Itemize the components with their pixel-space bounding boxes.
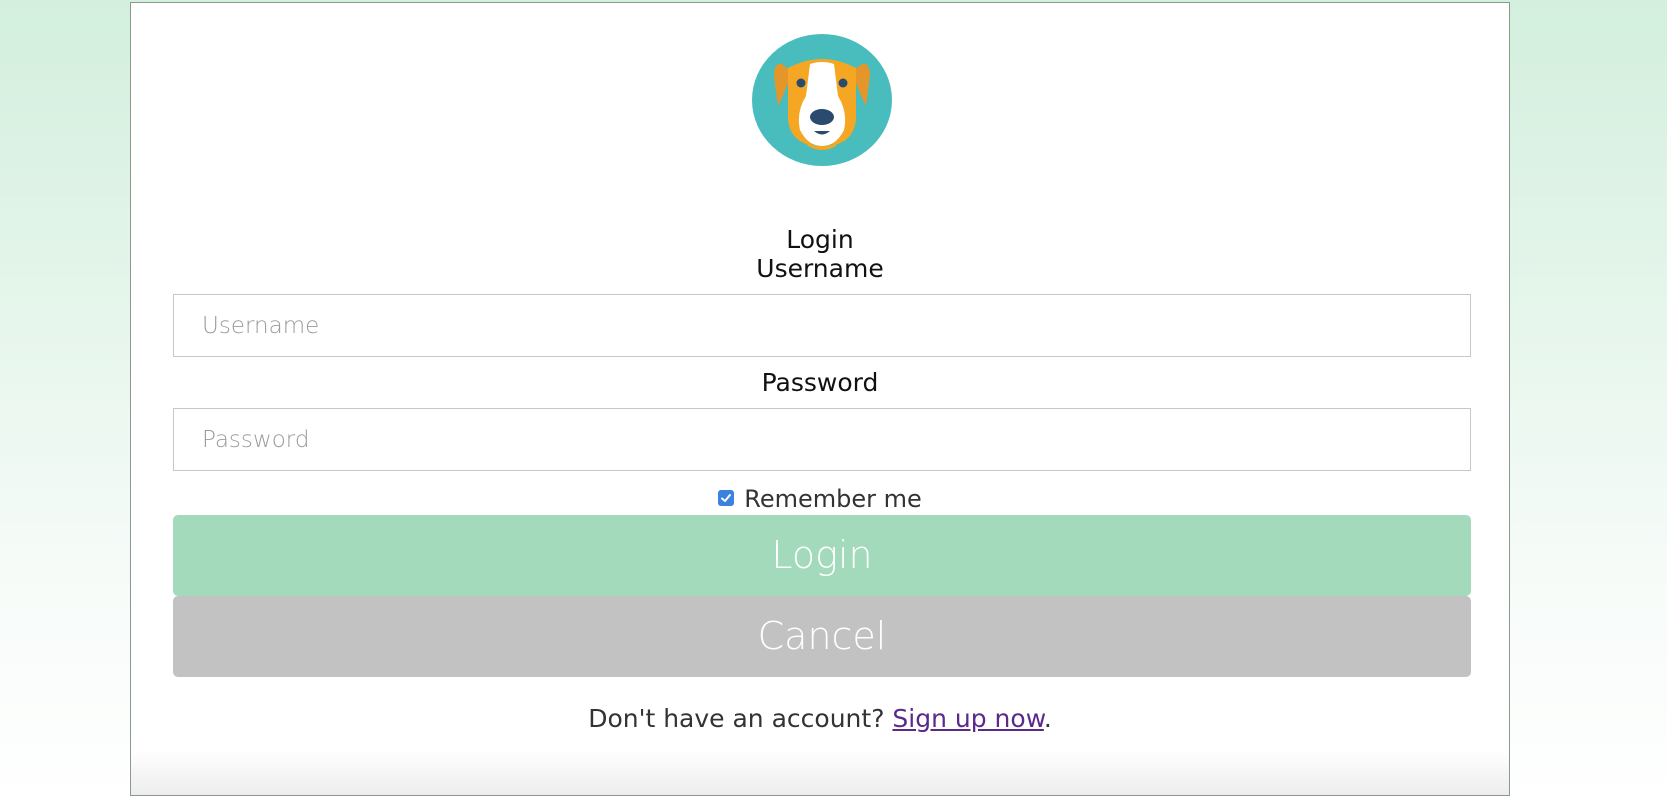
cancel-button[interactable]: Cancel (173, 596, 1471, 677)
dog-avatar-icon (752, 34, 892, 166)
password-label: Password (761, 368, 879, 397)
username-label: Username (756, 254, 884, 283)
login-button[interactable]: Login (173, 515, 1471, 596)
signup-prompt-text: Don't have an account? (588, 704, 893, 733)
signup-prompt: Don't have an account? Sign up now. (131, 701, 1509, 737)
card-bottom-shadow (131, 750, 1509, 795)
login-card: Login Username Password Remember me Logi… (130, 2, 1510, 796)
remember-me-checkbox[interactable] (718, 490, 735, 506)
remember-me-label: Remember me (744, 485, 922, 513)
password-input[interactable] (173, 408, 1471, 471)
username-input[interactable] (173, 294, 1471, 357)
form-title: Login (786, 225, 854, 254)
signup-link[interactable]: Sign up now (892, 704, 1043, 733)
checkmark-icon (721, 494, 732, 502)
signup-suffix: . (1043, 704, 1052, 733)
remember-me-row: Remember me (131, 483, 1509, 515)
